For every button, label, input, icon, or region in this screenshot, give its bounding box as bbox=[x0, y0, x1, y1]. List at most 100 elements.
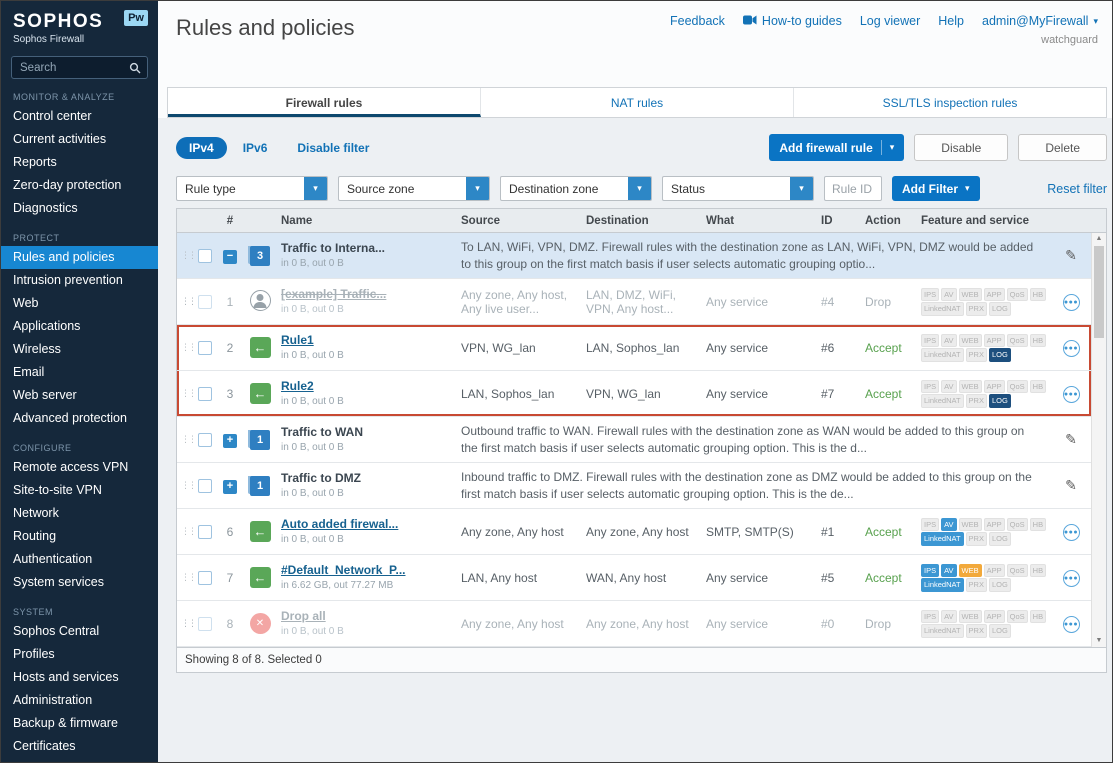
sidebar-item-hosts-and-services[interactable]: Hosts and services bbox=[1, 666, 158, 689]
edit-icon[interactable]: ✎ bbox=[1065, 247, 1077, 263]
sidebar-item-control-center[interactable]: Control center bbox=[1, 105, 158, 128]
row-checkbox[interactable] bbox=[198, 433, 212, 447]
row-checkbox[interactable] bbox=[198, 295, 212, 309]
ipv4-toggle[interactable]: IPv4 bbox=[176, 137, 227, 159]
rule-name-link[interactable]: Rule1 bbox=[281, 333, 453, 347]
rule-name-link[interactable]: [example] Traffic... bbox=[281, 287, 453, 301]
rule-name-link[interactable]: #Default_Network_P... bbox=[281, 563, 453, 577]
drag-handle[interactable]: ⋮⋮ bbox=[177, 526, 193, 537]
sidebar-item-site-to-site-vpn[interactable]: Site-to-site VPN bbox=[1, 479, 158, 502]
help-link[interactable]: Help bbox=[938, 14, 964, 28]
sidebar-item-remote-access-vpn[interactable]: Remote access VPN bbox=[1, 456, 158, 479]
sidebar-item-web-server[interactable]: Web server bbox=[1, 384, 158, 407]
sidebar-item-email[interactable]: Email bbox=[1, 361, 158, 384]
tab-firewall-rules[interactable]: Firewall rules bbox=[168, 88, 481, 117]
row-checkbox[interactable] bbox=[198, 479, 212, 493]
chevron-down-icon[interactable]: ▾ bbox=[628, 177, 651, 200]
drag-handle[interactable]: ⋮⋮ bbox=[177, 480, 193, 491]
sidebar-item-routing[interactable]: Routing bbox=[1, 525, 158, 548]
sidebar-item-certificates[interactable]: Certificates bbox=[1, 735, 158, 758]
row-checkbox[interactable] bbox=[198, 525, 212, 539]
sidebar-item-administration[interactable]: Administration bbox=[1, 689, 158, 712]
group-name[interactable]: Traffic to Interna... bbox=[281, 241, 453, 255]
row-checkbox[interactable] bbox=[198, 571, 212, 585]
sidebar-item-web[interactable]: Web bbox=[1, 292, 158, 315]
drag-handle[interactable]: ⋮⋮ bbox=[177, 434, 193, 445]
sidebar-item-sophos-central[interactable]: Sophos Central bbox=[1, 620, 158, 643]
sidebar-item-diagnostics[interactable]: Diagnostics bbox=[1, 197, 158, 220]
filter-dropdown-source-zone[interactable]: Source zone▾ bbox=[338, 176, 490, 201]
scroll-down-icon[interactable]: ▼ bbox=[1092, 635, 1106, 647]
sidebar-item-intrusion-prevention[interactable]: Intrusion prevention bbox=[1, 269, 158, 292]
sidebar-item-advanced-protection[interactable]: Advanced protection bbox=[1, 407, 158, 430]
rule-name-link[interactable]: Drop all bbox=[281, 609, 453, 623]
row-checkbox[interactable] bbox=[198, 249, 212, 263]
add-firewall-rule-button[interactable]: Add firewall rule ▾ bbox=[769, 134, 904, 161]
topbar: Rules and policies Feedback How-to guide… bbox=[158, 1, 1112, 87]
ipv6-toggle[interactable]: IPv6 bbox=[243, 141, 268, 155]
reset-filter-link[interactable]: Reset filter bbox=[1047, 182, 1107, 196]
sidebar-nav: MONITOR & ANALYZEControl centerCurrent a… bbox=[1, 92, 158, 758]
rule-name-link[interactable]: Auto added firewal... bbox=[281, 517, 453, 531]
scroll-up-icon[interactable]: ▲ bbox=[1092, 233, 1106, 245]
drag-handle[interactable]: ⋮⋮ bbox=[177, 618, 193, 629]
more-actions-icon[interactable]: ●●● bbox=[1063, 386, 1080, 403]
sidebar-item-network[interactable]: Network bbox=[1, 502, 158, 525]
drag-handle[interactable]: ⋮⋮ bbox=[177, 572, 193, 583]
group-icon-cell: 3 bbox=[243, 246, 277, 266]
expand-icon[interactable]: + bbox=[223, 434, 237, 448]
search-input[interactable] bbox=[11, 56, 148, 79]
edit-icon[interactable]: ✎ bbox=[1065, 477, 1077, 493]
sidebar-item-authentication[interactable]: Authentication bbox=[1, 548, 158, 571]
chevron-down-icon[interactable]: ▾ bbox=[466, 177, 489, 200]
row-checkbox[interactable] bbox=[198, 387, 212, 401]
tab-nat-rules[interactable]: NAT rules bbox=[481, 88, 794, 117]
search-icon[interactable] bbox=[129, 61, 141, 79]
drag-handle[interactable]: ⋮⋮ bbox=[177, 296, 193, 307]
group-name[interactable]: Traffic to WAN bbox=[281, 425, 453, 439]
sidebar-item-current-activities[interactable]: Current activities bbox=[1, 128, 158, 151]
chevron-down-icon[interactable]: ▾ bbox=[790, 177, 813, 200]
filter-dropdown-status[interactable]: Status▾ bbox=[662, 176, 814, 201]
delete-button[interactable]: Delete bbox=[1018, 134, 1107, 161]
account-menu[interactable]: admin@MyFirewall ▾ bbox=[982, 14, 1098, 28]
add-filter-button[interactable]: Add Filter ▾ bbox=[892, 176, 980, 201]
sidebar-item-system-services[interactable]: System services bbox=[1, 571, 158, 594]
collapse-icon[interactable]: − bbox=[223, 250, 237, 264]
filter-dropdown-rule-type[interactable]: Rule type▾ bbox=[176, 176, 328, 201]
sidebar-item-rules-and-policies[interactable]: Rules and policies bbox=[1, 246, 158, 269]
rule-name-link[interactable]: Rule2 bbox=[281, 379, 453, 393]
tab-ssl-tls-inspection-rules[interactable]: SSL/TLS inspection rules bbox=[794, 88, 1106, 117]
sidebar-item-backup-firmware[interactable]: Backup & firmware bbox=[1, 712, 158, 735]
drag-handle[interactable]: ⋮⋮ bbox=[177, 342, 193, 353]
filter-dropdown-destination-zone[interactable]: Destination zone▾ bbox=[500, 176, 652, 201]
drag-handle[interactable]: ⋮⋮ bbox=[177, 388, 193, 399]
disable-filter-link[interactable]: Disable filter bbox=[297, 141, 369, 155]
more-actions-icon[interactable]: ●●● bbox=[1063, 340, 1080, 357]
more-actions-icon[interactable]: ●●● bbox=[1063, 294, 1080, 311]
howto-guides-link[interactable]: How-to guides bbox=[743, 14, 842, 28]
expand-icon[interactable]: + bbox=[223, 480, 237, 494]
badge-ips: IPS bbox=[921, 518, 939, 532]
scrollbar-thumb[interactable] bbox=[1094, 246, 1104, 338]
group-name[interactable]: Traffic to DMZ bbox=[281, 471, 453, 485]
chevron-down-icon[interactable]: ▾ bbox=[304, 177, 327, 200]
row-checkbox[interactable] bbox=[198, 341, 212, 355]
sidebar-item-wireless[interactable]: Wireless bbox=[1, 338, 158, 361]
sidebar-item-applications[interactable]: Applications bbox=[1, 315, 158, 338]
filter-dropdown-label: Rule type bbox=[177, 182, 304, 196]
disable-button[interactable]: Disable bbox=[914, 134, 1008, 161]
drag-handle[interactable]: ⋮⋮ bbox=[177, 250, 193, 261]
more-actions-icon[interactable]: ●●● bbox=[1063, 524, 1080, 541]
sidebar-item-zero-day-protection[interactable]: Zero-day protection bbox=[1, 174, 158, 197]
log-viewer-link[interactable]: Log viewer bbox=[860, 14, 920, 28]
edit-icon[interactable]: ✎ bbox=[1065, 431, 1077, 447]
more-actions-icon[interactable]: ●●● bbox=[1063, 616, 1080, 633]
more-actions-icon[interactable]: ●●● bbox=[1063, 570, 1080, 587]
sidebar-item-profiles[interactable]: Profiles bbox=[1, 643, 158, 666]
feedback-link[interactable]: Feedback bbox=[670, 14, 725, 28]
rule-id-input[interactable] bbox=[824, 176, 882, 201]
sidebar-item-reports[interactable]: Reports bbox=[1, 151, 158, 174]
row-checkbox[interactable] bbox=[198, 617, 212, 631]
scrollbar[interactable]: ▲ ▼ bbox=[1091, 233, 1106, 647]
